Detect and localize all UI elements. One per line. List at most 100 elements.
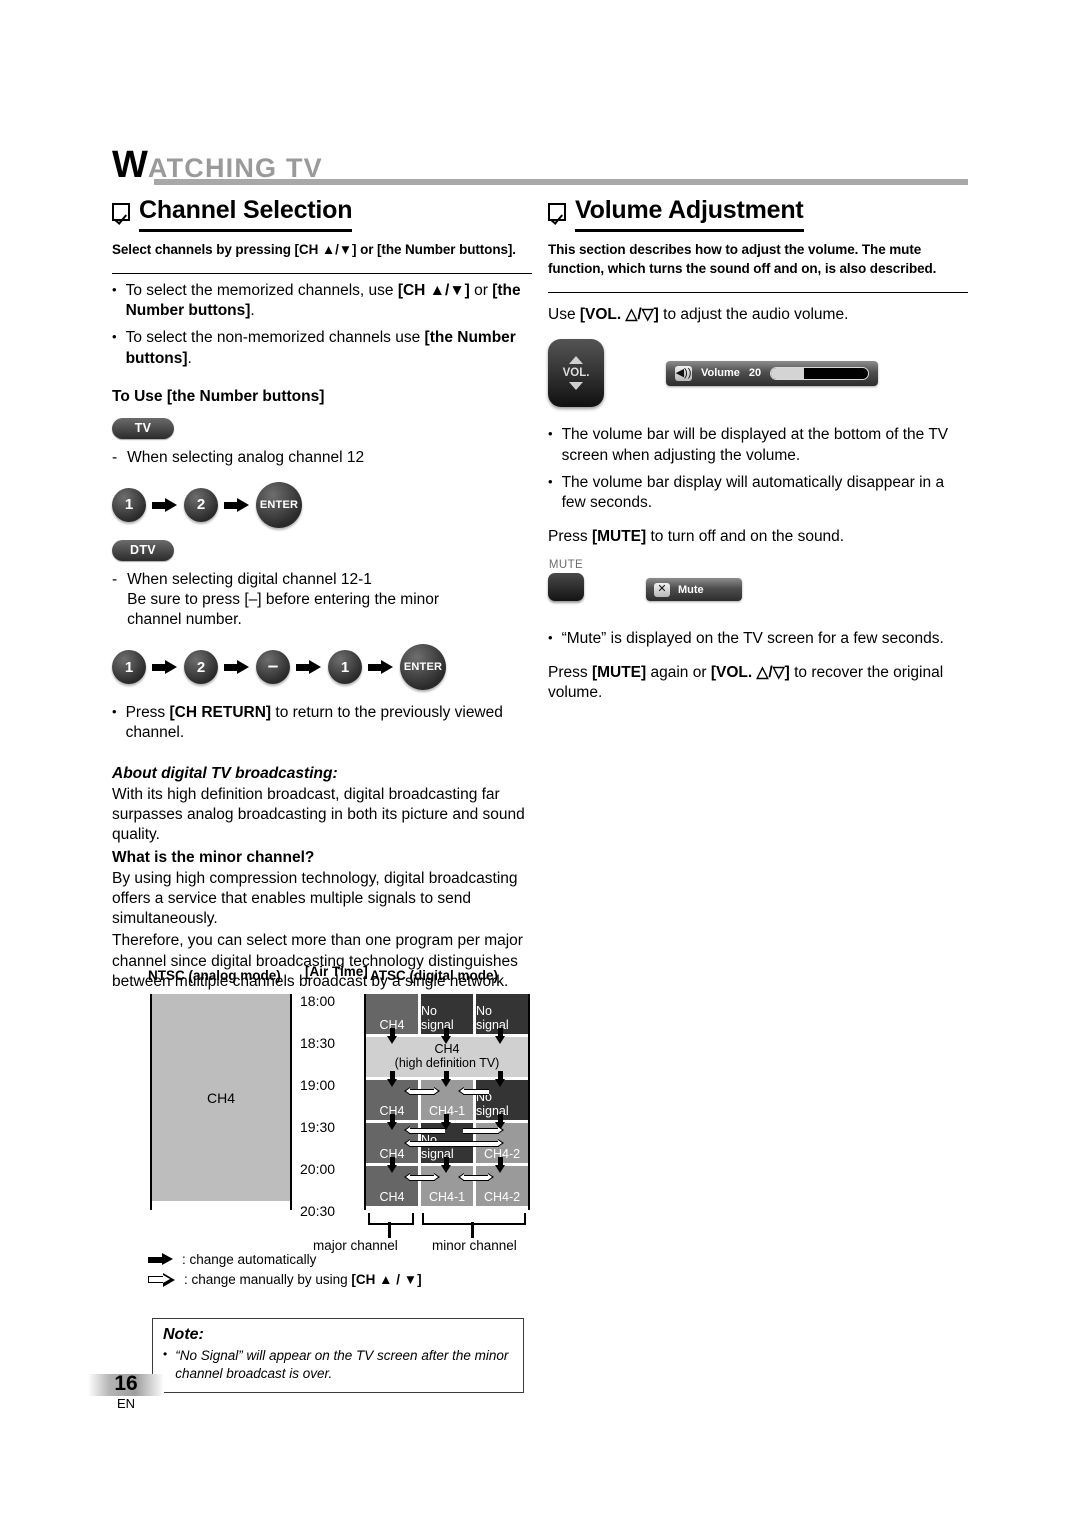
bullet-dot: • (112, 282, 117, 298)
auto-change-arrow-icon (441, 1028, 452, 1044)
manual-change-arrow-icon (458, 1126, 504, 1135)
key-1-minor[interactable]: 1 (328, 650, 362, 685)
bullet-memorized-pre: To select the memorized channels, use (125, 282, 398, 300)
note-body: “No Signal” will appear on the TV screen… (175, 1348, 509, 1381)
bullet-dot: • (112, 704, 117, 720)
dash-marker: - (112, 448, 118, 466)
legend-manual-pre: : change manually by using (184, 1272, 352, 1287)
recover-bold2: [VOL. △/▽] (710, 664, 790, 682)
vol-button-label: VOL. (562, 367, 590, 380)
dtv-instruction-line3: channel number. (127, 611, 242, 629)
number-buttons-subhead: To Use [the Number buttons] (112, 387, 325, 405)
ntsc-column: CH4 (150, 994, 292, 1210)
legend-manual: : change manually by using [CH ▲ / ▼] (148, 1272, 422, 1287)
brace-minor-label: minor channel (432, 1238, 517, 1253)
brace-major-stem (388, 1222, 391, 1238)
arrow-right-icon (368, 660, 394, 675)
diagram-header-atsc: ATSC (digital mode) (370, 968, 498, 983)
right-column: Volume Adjustment This section describes… (548, 196, 968, 704)
brace-minor (422, 1213, 526, 1225)
airtime-tick: 18:30 (300, 1035, 336, 1051)
dtv-key-sequence: 1 2 – 1 ENTER (112, 644, 532, 691)
key-2[interactable]: 2 (184, 487, 218, 522)
mute-button[interactable] (548, 573, 584, 602)
arrow-right-icon (224, 660, 250, 675)
osd-volume-fill (771, 367, 805, 379)
use-vol-line: Use [VOL. △/▽] to adjust the audio volum… (548, 305, 968, 325)
page-language: EN (116, 1396, 136, 1411)
osd-mute-label: Mute (678, 583, 704, 596)
bullet-dot: • (548, 473, 553, 489)
bullet-memorized-mid: or (469, 282, 493, 300)
brace-major (368, 1213, 414, 1225)
running-head-rule (154, 179, 968, 185)
bullet-mute-displayed: • “Mute” is displayed on the TV screen f… (548, 629, 968, 649)
key-enter[interactable]: ENTER (256, 481, 302, 528)
atsc-cell-hd-line2: (high definition TV) (394, 1056, 500, 1070)
section-lead: This section describes how to adjust the… (548, 242, 937, 277)
manual-change-arrow-icon (404, 1173, 440, 1182)
arrow-right-icon (152, 497, 178, 512)
bullet-volume-bar-display-text: The volume bar will be displayed at the … (561, 426, 949, 464)
section-title: Volume Adjustment (575, 196, 804, 232)
auto-change-arrow-icon (495, 1028, 506, 1044)
ntsc-channel-label: CH4 (206, 1090, 235, 1106)
airtime-tick: 18:00 (300, 993, 336, 1009)
minor-channel-body-1: By using high compression technology, di… (112, 869, 518, 928)
recover-volume-line: Press [MUTE] again or [VOL. △/▽] to reco… (548, 663, 968, 703)
speaker-icon: ◀)) (675, 365, 692, 381)
key-enter[interactable]: ENTER (400, 644, 446, 691)
brace-major-label: major channel (313, 1238, 398, 1253)
manual-page: WATCHING TV Channel Selection Select cha… (0, 0, 1080, 1528)
bullet-ch-return: • Press [CH RETURN] to return to the pre… (112, 703, 532, 743)
bullet-dot: • (548, 426, 553, 442)
vol-rocker-button[interactable]: VOL. (548, 339, 604, 408)
osd-volume-bar: ◀)) Volume 20 (666, 360, 878, 386)
open-arrow-icon (148, 1272, 177, 1287)
recover-pre: Press (548, 664, 592, 682)
key-2[interactable]: 2 (184, 650, 218, 685)
checkbox-icon (112, 203, 130, 221)
arrow-right-icon (152, 660, 178, 675)
key-1[interactable]: 1 (112, 650, 146, 685)
dash-marker: - (112, 570, 118, 588)
arrow-right-icon (224, 497, 250, 512)
dtv-instruction-line1: When selecting digital channel 12-1 (127, 570, 372, 588)
auto-change-arrow-icon (441, 1157, 452, 1173)
auto-change-arrow-icon (387, 1028, 398, 1044)
auto-change-arrow-icon (387, 1114, 398, 1130)
key-1[interactable]: 1 (112, 487, 146, 522)
manual-change-arrow-icon (458, 1087, 494, 1096)
legend-automatic: : change automatically (148, 1252, 422, 1267)
recover-bold1: [MUTE] (591, 664, 647, 682)
mute-key-group: MUTE (548, 559, 584, 602)
key-dash[interactable]: – (256, 650, 290, 685)
osd-mute-indicator: ✕ Mute (646, 578, 742, 602)
manual-change-arrow-icon (404, 1087, 440, 1096)
manual-change-arrow-icon (458, 1173, 494, 1182)
air-time-diagram: NTSC (analog mode) [Air Time] ATSC (digi… (148, 964, 532, 1253)
airtime-tick: 19:00 (300, 1077, 336, 1093)
note-box: Note: • “No Signal” will appear on the T… (152, 1318, 524, 1394)
divider (112, 273, 532, 275)
about-digital-tv-body: With its high definition broadcast, digi… (112, 785, 525, 843)
bullet-memorized-bold1: [CH ▲/▼] (397, 282, 470, 300)
about-digital-tv-heading: About digital TV broadcasting: (112, 764, 338, 782)
volume-illustration: VOL. ◀)) Volume 20 (548, 339, 968, 408)
bullet-non-memorized: • To select the non-memorized channels u… (112, 328, 532, 368)
checkbox-icon (548, 203, 566, 221)
section-lead: Select channels by pressing [CH ▲/▼] or … (112, 242, 516, 257)
bullet-volume-bar-disappear-text: The volume bar display will automaticall… (561, 473, 945, 511)
legend-manual-bold: [CH ▲ / ▼] (351, 1272, 422, 1287)
dtv-instruction-line2: Be sure to press [–] before entering the… (127, 591, 440, 608)
manual-change-arrow-icon (404, 1126, 450, 1135)
tv-key-sequence: 1 2 ENTER (112, 481, 532, 528)
bullet-memorized-post: . (250, 302, 255, 320)
ch-return-bold: [CH RETURN] (169, 704, 272, 722)
airtime-tick: 19:30 (300, 1119, 336, 1135)
vol-down-arrow-icon (569, 382, 583, 391)
use-vol-bold: [VOL. △/▽] (579, 306, 659, 324)
press-mute-line: Press [MUTE] to turn off and on the soun… (548, 527, 968, 547)
section-title: Channel Selection (139, 196, 353, 232)
bullet-non-memorized-post: . (187, 349, 192, 367)
